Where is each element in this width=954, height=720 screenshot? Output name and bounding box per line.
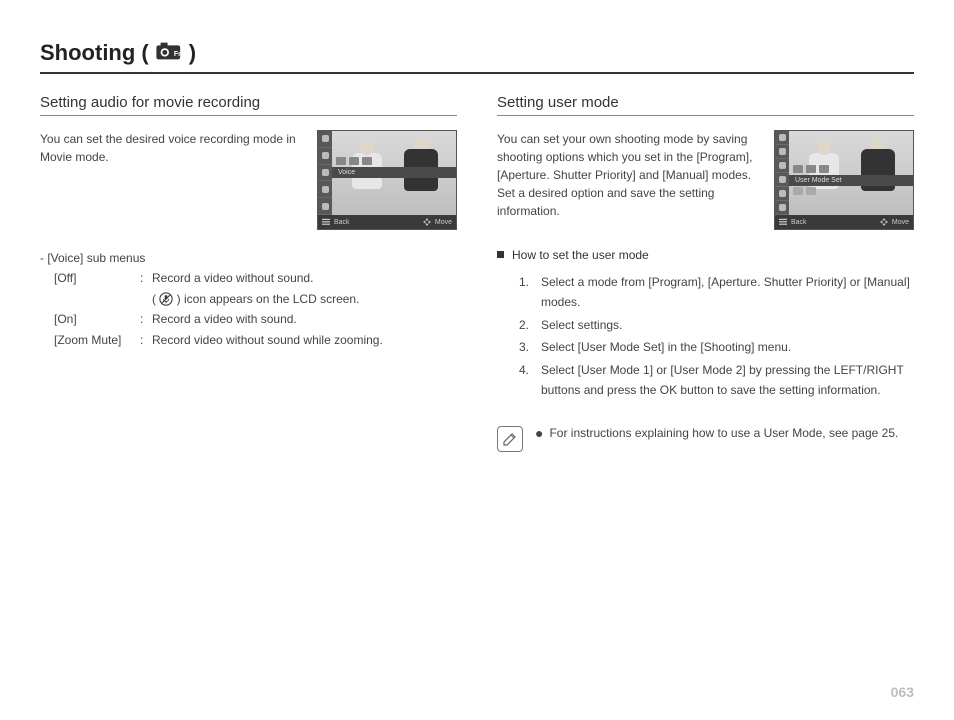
audio-intro-text: You can set the desired voice recording …	[40, 130, 307, 166]
page-title: Shooting ( Fn )	[40, 40, 914, 74]
lcd-side-icons	[775, 131, 789, 215]
menu-icon	[322, 218, 330, 226]
bullet-icon: ●	[535, 426, 543, 440]
lcd-preview-user-mode: User Mode Set Back Move	[774, 130, 914, 230]
submenu-value: Record a video without sound.	[152, 268, 457, 288]
menu-icon	[779, 218, 787, 226]
section-heading-user-mode: Setting user mode	[497, 94, 914, 116]
submenus-title: - [Voice] sub menus	[40, 248, 457, 268]
lcd-option-icons	[332, 157, 456, 167]
lcd-move-label: Move	[435, 219, 452, 226]
left-column: Setting audio for movie recording You ca…	[40, 94, 457, 452]
note-pencil-icon	[497, 426, 523, 452]
lcd-bottom-bar: Back Move	[775, 215, 913, 229]
voice-submenus: - [Voice] sub menus [Off] : Record a vid…	[40, 248, 457, 350]
step-text: Select [User Mode Set] in the [Shooting]…	[541, 337, 791, 357]
move-icon	[880, 218, 888, 226]
step-text: Select [User Mode 1] or [User Mode 2] by…	[541, 360, 914, 401]
howto-steps: 1.Select a mode from [Program], [Apertur…	[497, 272, 914, 400]
submenu-value: Record a video with sound.	[152, 309, 457, 329]
submenu-row-off: [Off] : Record a video without sound.	[40, 268, 457, 288]
step-text: Select settings.	[541, 315, 622, 335]
svg-text:Fn: Fn	[174, 50, 183, 57]
page-number: 063	[891, 684, 914, 700]
howto-title-text: How to set the user mode	[512, 248, 649, 262]
submenu-key: [On]	[54, 309, 140, 329]
move-icon	[423, 218, 431, 226]
icon-note-suffix: ) icon appears on the LCD screen.	[173, 292, 359, 306]
lcd-strap-label: Voice	[332, 167, 456, 178]
howto-title: How to set the user mode	[497, 248, 914, 262]
camera-fn-icon: Fn	[155, 41, 183, 66]
step-3: 3.Select [User Mode Set] in the [Shootin…	[519, 337, 914, 357]
lcd-bottom-bar: Back Move	[318, 215, 456, 229]
lcd-preview-voice: Voice Back Move	[317, 130, 457, 230]
note-box: ● For instructions explaining how to use…	[497, 426, 914, 452]
lcd-back-label: Back	[334, 219, 350, 226]
user-mode-intro-text: You can set your own shooting mode by sa…	[497, 130, 764, 220]
submenu-row-off-note: ( ) icon appears on the LCD screen.	[40, 289, 457, 309]
step-1: 1.Select a mode from [Program], [Apertur…	[519, 272, 914, 313]
icon-note-prefix: (	[152, 292, 159, 306]
submenu-value: Record video without sound while zooming…	[152, 330, 457, 350]
section-heading-audio: Setting audio for movie recording	[40, 94, 457, 116]
submenu-row-zoom-mute: [Zoom Mute] : Record video without sound…	[40, 330, 457, 350]
lcd-side-icons	[318, 131, 332, 215]
submenu-key: [Off]	[54, 268, 140, 288]
lcd-option-icons-row2	[789, 187, 913, 197]
step-text: Select a mode from [Program], [Aperture.…	[541, 272, 914, 313]
step-4: 4.Select [User Mode 1] or [User Mode 2] …	[519, 360, 914, 401]
mic-mute-icon	[159, 292, 173, 306]
note-text: ● For instructions explaining how to use…	[535, 426, 898, 440]
note-content: For instructions explaining how to use a…	[549, 426, 898, 440]
submenu-value: ( ) icon appears on the LCD screen.	[152, 289, 457, 309]
square-bullet-icon	[497, 251, 504, 258]
lcd-back-label: Back	[791, 219, 807, 226]
right-column: Setting user mode You can set your own s…	[497, 94, 914, 452]
step-2: 2.Select settings.	[519, 315, 914, 335]
lcd-strap-label: User Mode Set	[789, 175, 913, 186]
title-suffix: )	[189, 40, 196, 66]
lcd-option-icons	[789, 165, 913, 175]
submenu-key: [Zoom Mute]	[54, 330, 140, 350]
submenu-row-on: [On] : Record a video with sound.	[40, 309, 457, 329]
title-prefix: Shooting (	[40, 40, 149, 66]
lcd-move-label: Move	[892, 219, 909, 226]
